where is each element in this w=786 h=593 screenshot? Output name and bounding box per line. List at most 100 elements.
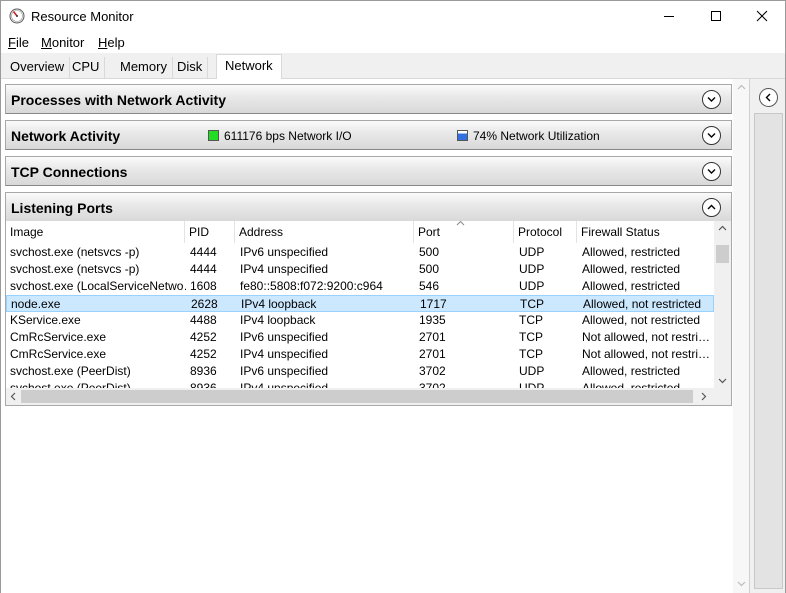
section-title: Network Activity xyxy=(11,128,121,144)
tab-disk[interactable]: Disk xyxy=(172,57,209,79)
chevron-left-icon[interactable] xyxy=(759,88,778,107)
listening-ports-table: Image PID Address Port Protocol Firewall… xyxy=(5,221,732,406)
cell-protocol: TCP xyxy=(520,297,544,311)
scroll-down-arrow-icon[interactable] xyxy=(718,378,727,384)
cell-address: IPv4 unspecified xyxy=(240,262,329,276)
scroll-down-arrow-icon[interactable] xyxy=(737,581,746,587)
column-header-pid[interactable]: PID xyxy=(185,221,235,243)
scroll-right-arrow-icon[interactable] xyxy=(701,392,707,401)
cell-address: IPv4 loopback xyxy=(240,313,316,327)
cell-pid: 4252 xyxy=(190,347,217,361)
network-io-color-swatch xyxy=(208,130,219,141)
cell-pid: 2628 xyxy=(191,297,218,311)
cell-pid: 1608 xyxy=(190,279,217,293)
cell-port: 500 xyxy=(419,245,440,259)
menu-monitor-label: onitor xyxy=(51,35,85,50)
resource-monitor-window: Resource Monitor File Monitor Help Overv… xyxy=(0,0,786,593)
minimize-button[interactable] xyxy=(646,1,692,31)
section-tcp-connections[interactable]: TCP Connections xyxy=(5,156,732,186)
network-utilization-indicator: 74% Network Utilization xyxy=(457,129,600,143)
chevron-down-icon[interactable] xyxy=(702,162,721,181)
cell-image: node.exe xyxy=(11,297,61,311)
cell-firewall-status: Allowed, restricted xyxy=(582,279,681,293)
vertical-scrollbar[interactable] xyxy=(714,221,731,389)
section-processes-network-activity[interactable]: Processes with Network Activity xyxy=(5,84,732,114)
menu-file[interactable]: File xyxy=(8,35,29,50)
vertical-scroll-thumb[interactable] xyxy=(716,245,729,263)
chevron-up-icon[interactable] xyxy=(702,198,721,217)
cell-address: IPv6 unspecified xyxy=(240,245,329,259)
cell-address: IPv6 unspecified xyxy=(240,364,329,378)
cell-pid: 4488 xyxy=(190,313,217,327)
cell-image: svchost.exe (netsvcs -p) xyxy=(10,262,140,276)
tab-cpu[interactable]: CPU xyxy=(67,57,106,79)
close-button[interactable] xyxy=(739,1,785,31)
table-row[interactable]: KService.exe 4488 IPv4 loopback 1935 TCP Allo… xyxy=(6,312,714,329)
cell-address: IPv6 unspecified xyxy=(240,330,329,344)
column-header-port-label: Port xyxy=(418,225,441,239)
sort-ascending-icon xyxy=(456,221,465,226)
table-row[interactable]: node.exe 2628 IPv4 loopback 1717 TCP Allowed,… xyxy=(6,295,714,312)
cell-image: KService.exe xyxy=(10,313,81,327)
column-header-image[interactable]: Image xyxy=(6,221,185,243)
menu-file-accel: F xyxy=(8,35,16,50)
column-header-protocol[interactable]: Protocol xyxy=(514,221,577,243)
menu-help-label: elp xyxy=(107,35,125,50)
cell-port: 2701 xyxy=(419,330,446,344)
cell-firewall-status: Allowed, restricted xyxy=(582,364,681,378)
network-io-indicator: 611176 bps Network I/O xyxy=(208,129,352,143)
scroll-up-arrow-icon[interactable] xyxy=(718,225,727,231)
cell-protocol: UDP xyxy=(519,364,545,378)
cell-image: CmRcService.exe xyxy=(10,347,107,361)
cell-address: IPv4 loopback xyxy=(241,297,317,311)
menu-help[interactable]: Help xyxy=(98,35,125,50)
horizontal-scroll-thumb[interactable] xyxy=(21,390,693,403)
tab-overview[interactable]: Overview xyxy=(5,57,71,79)
table-row[interactable]: CmRcService.exe 4252 IPv6 unspecified 2701 T… xyxy=(6,329,714,346)
table-row[interactable]: svchost.exe (netsvcs -p) 4444 IPv6 unspeci… xyxy=(6,244,714,261)
column-header-firewall-status[interactable]: Firewall Status xyxy=(577,221,714,243)
column-header-address[interactable]: Address xyxy=(235,221,414,243)
cell-pid: 8936 xyxy=(190,364,217,378)
cell-protocol: UDP xyxy=(519,262,545,276)
cell-address: IPv4 unspecified xyxy=(240,347,329,361)
column-header-port[interactable]: Port xyxy=(414,221,514,243)
menu-bar: File Monitor Help xyxy=(1,31,785,53)
table-row[interactable]: svchost.exe (LocalServiceNetwo… 1608 fe80:… xyxy=(6,278,714,295)
tab-network[interactable]: Network xyxy=(216,54,282,80)
scroll-up-arrow-icon[interactable] xyxy=(737,84,746,90)
cell-image: svchost.exe (LocalServiceNetwo… xyxy=(10,279,186,293)
chevron-down-icon[interactable] xyxy=(702,90,721,109)
section-listening-ports[interactable]: Listening Ports xyxy=(5,192,732,222)
maximize-button[interactable] xyxy=(693,1,739,31)
resource-monitor-app-icon xyxy=(9,8,25,24)
side-panel-graph-area xyxy=(754,113,783,589)
chevron-down-icon[interactable] xyxy=(702,126,721,145)
section-network-activity[interactable]: Network Activity 611176 bps Network I/O … xyxy=(5,120,732,150)
section-title: TCP Connections xyxy=(11,164,128,180)
table-row[interactable]: svchost.exe (netsvcs -p) 4444 IPv4 unspeci… xyxy=(6,261,714,278)
main-vertical-scrollbar[interactable] xyxy=(733,79,749,593)
scroll-left-arrow-icon[interactable] xyxy=(10,392,16,401)
horizontal-scrollbar[interactable] xyxy=(6,388,731,405)
maximize-icon xyxy=(711,11,721,21)
cell-image: svchost.exe (PeerDist) xyxy=(10,364,131,378)
cell-address: fe80::5808:f072:9200:c964 xyxy=(240,279,383,293)
table-row[interactable]: CmRcService.exe 4252 IPv4 unspecified 2701 T… xyxy=(6,346,714,363)
cell-port: 1717 xyxy=(420,297,447,311)
menu-monitor[interactable]: Monitor xyxy=(41,35,84,50)
cell-pid: 4444 xyxy=(190,245,217,259)
menu-help-accel: H xyxy=(98,35,108,50)
title-bar: Resource Monitor xyxy=(1,1,785,31)
cell-port: 2701 xyxy=(419,347,446,361)
tab-memory[interactable]: Memory xyxy=(115,57,173,79)
cell-firewall-status: Not allowed, not restri… xyxy=(582,330,711,344)
cell-firewall-status: Not allowed, not restri… xyxy=(582,347,711,361)
cell-firewall-status: Allowed, restricted xyxy=(582,262,681,276)
table-row[interactable]: svchost.exe (PeerDist) 8936 IPv6 unspecifi… xyxy=(6,363,714,380)
cell-protocol: TCP xyxy=(519,347,543,361)
menu-file-label: ile xyxy=(15,35,29,50)
close-icon xyxy=(756,10,768,22)
menu-monitor-accel: M xyxy=(41,35,52,50)
cell-protocol: UDP xyxy=(519,279,545,293)
